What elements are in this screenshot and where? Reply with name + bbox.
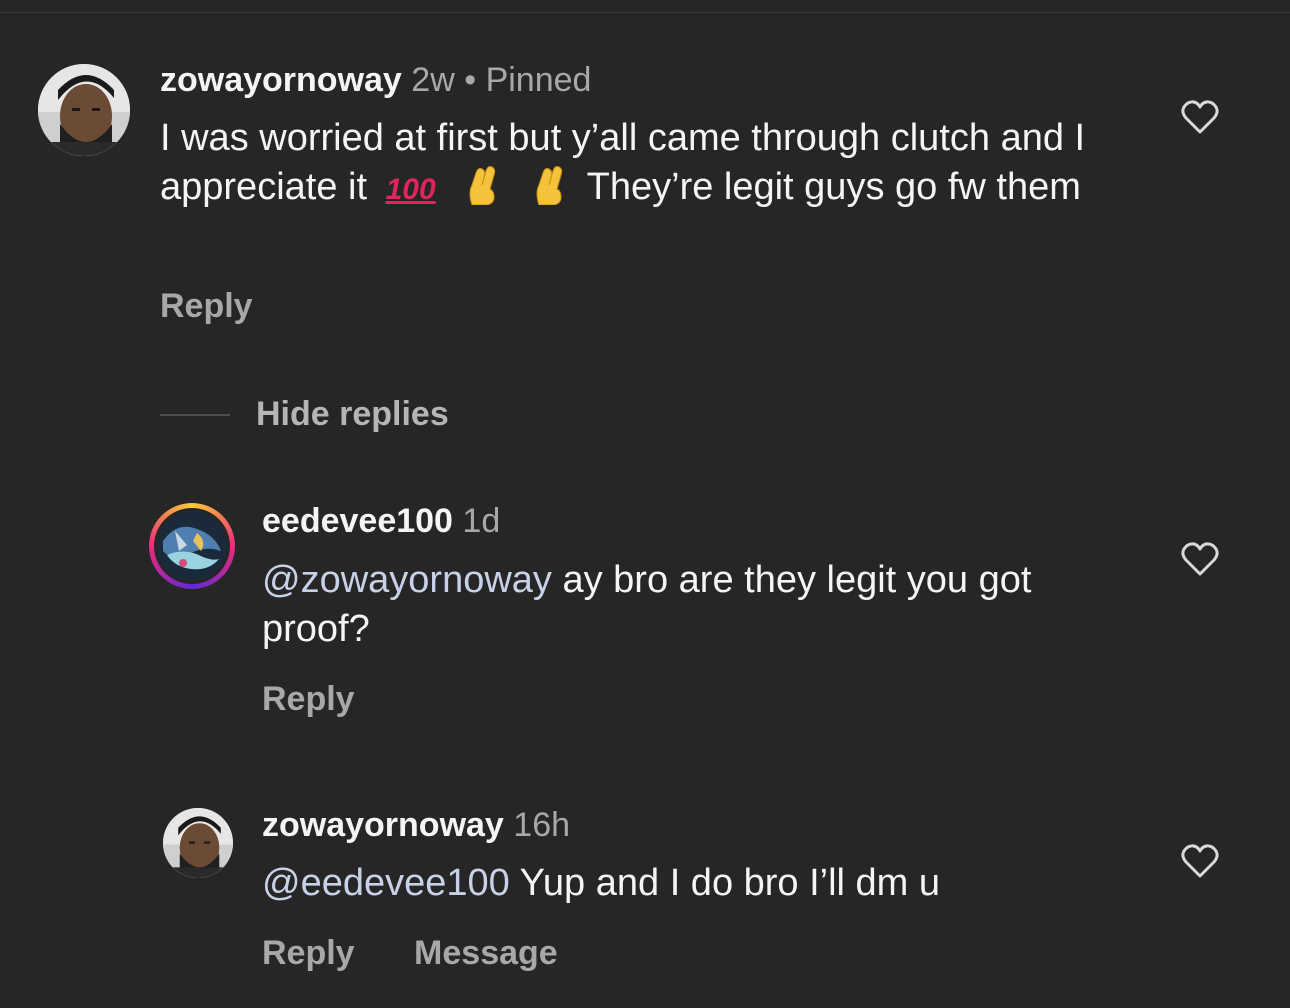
reply-button[interactable]: Reply — [262, 679, 355, 719]
crossed-fingers-emoji — [469, 166, 496, 205]
message-button[interactable]: Message — [414, 933, 558, 973]
separator: • — [464, 61, 477, 99]
hide-replies-label[interactable]: Hide replies — [256, 392, 449, 436]
heart-icon[interactable] — [1181, 99, 1219, 135]
comment-meta: zowayornoway 2w • Pinned — [160, 60, 591, 100]
mention-link[interactable]: @zowayornoway — [262, 559, 552, 601]
hide-replies-divider — [160, 414, 230, 416]
top-divider — [0, 12, 1290, 13]
timestamp: 16h — [513, 806, 571, 844]
reply-meta: eedevee100 1d — [262, 501, 500, 541]
comment-text: I was worried at first but y’all came th… — [160, 114, 1120, 214]
timestamp: 1d — [462, 502, 501, 540]
reply-actions: Reply — [262, 679, 405, 719]
username[interactable]: zowayornoway — [262, 806, 504, 844]
avatar — [154, 508, 230, 584]
avatar[interactable] — [163, 808, 233, 878]
avatar-story-ring[interactable] — [149, 503, 235, 589]
reply-meta: zowayornoway 16h — [262, 805, 570, 845]
mention-link[interactable]: @eedevee100 — [262, 862, 510, 904]
username[interactable]: zowayornoway — [160, 61, 402, 99]
pinned-label: Pinned — [485, 61, 592, 99]
crossed-fingers-emoji — [536, 166, 562, 205]
hundred-points-emoji: 100 — [385, 173, 436, 206]
reply-body: Yup and I do bro I’ll dm u — [519, 862, 941, 904]
avatar-image — [157, 511, 227, 581]
reply-text: @zowayornoway ay bro are they legit you … — [262, 556, 1122, 654]
heart-icon[interactable] — [1181, 843, 1219, 879]
avatar-image — [38, 64, 130, 156]
hide-replies[interactable]: Hide replies — [160, 392, 660, 436]
comment-text-part2: They’re legit guys go fw them — [586, 166, 1081, 208]
timestamp: 2w — [411, 61, 455, 99]
reply-text: @eedevee100 Yup and I do bro I’ll dm u — [262, 859, 1122, 908]
reply-button[interactable]: Reply — [160, 286, 253, 326]
avatar-image — [163, 808, 233, 878]
reply-actions: Reply Message — [262, 933, 608, 973]
username[interactable]: eedevee100 — [262, 502, 453, 540]
comment-actions: Reply — [160, 286, 303, 326]
heart-icon[interactable] — [1181, 541, 1219, 577]
avatar[interactable] — [38, 64, 130, 156]
reply-button[interactable]: Reply — [262, 933, 355, 973]
